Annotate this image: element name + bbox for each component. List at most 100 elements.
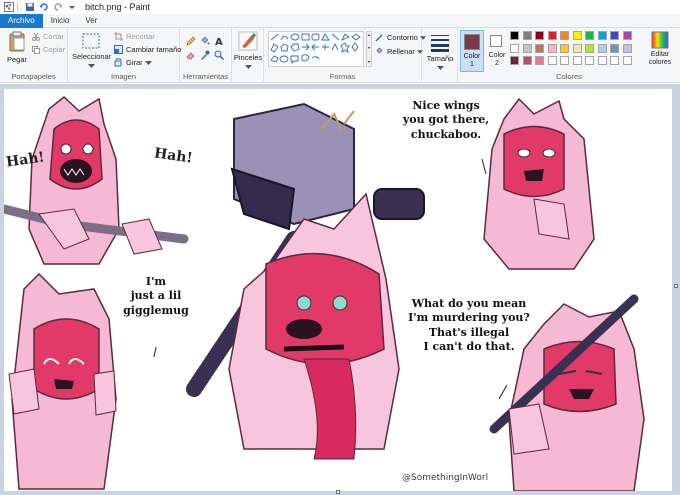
color1-number: 1 bbox=[470, 61, 474, 68]
palette-swatch[interactable] bbox=[535, 56, 544, 65]
palette-swatch[interactable] bbox=[522, 43, 532, 53]
paint-app-icon bbox=[4, 2, 14, 12]
speech-line: That's illegal bbox=[428, 325, 510, 339]
palette-swatch[interactable] bbox=[585, 31, 594, 40]
save-icon[interactable] bbox=[25, 2, 35, 12]
text-tool-icon[interactable]: A bbox=[214, 36, 224, 46]
canvas-resize-handle-right[interactable] bbox=[674, 284, 678, 288]
copy-button[interactable]: Copiar bbox=[32, 45, 65, 54]
tab-ver[interactable]: Ver bbox=[77, 14, 105, 28]
customize-quick-access-icon[interactable] bbox=[67, 2, 77, 12]
rotate-button[interactable]: Girar bbox=[114, 58, 155, 67]
color-picker-icon[interactable] bbox=[200, 50, 210, 60]
clipboard-group: Pegar Cortar Copiar Portapapeles bbox=[0, 28, 68, 83]
edit-colors-button[interactable]: Editar colores bbox=[642, 31, 678, 67]
tools-group: A Herramientas bbox=[180, 28, 232, 83]
canvas-resize-handle-bottom[interactable] bbox=[336, 490, 340, 494]
resize-button[interactable]: Cambiar tamaño bbox=[114, 45, 181, 54]
copy-icon bbox=[32, 45, 40, 54]
outline-button[interactable]: Contorno bbox=[375, 33, 429, 42]
tools-group-label: Herramientas bbox=[182, 72, 228, 81]
palette-swatch[interactable] bbox=[585, 43, 594, 53]
tab-archivo[interactable]: Archivo bbox=[0, 14, 43, 28]
shapes-scrollbar-icon[interactable] bbox=[366, 31, 372, 67]
select-button[interactable]: Seleccionar bbox=[72, 32, 112, 70]
paste-button[interactable]: Pegar bbox=[4, 31, 30, 64]
palette-swatch[interactable] bbox=[610, 43, 619, 53]
palette-swatch[interactable] bbox=[535, 43, 544, 53]
palette-swatch[interactable] bbox=[622, 31, 632, 40]
palette-swatch[interactable] bbox=[585, 56, 594, 65]
magnifier-icon[interactable] bbox=[214, 50, 224, 60]
svg-text:A: A bbox=[215, 37, 223, 46]
chevron-down-icon bbox=[436, 66, 444, 70]
palette-swatch[interactable] bbox=[547, 31, 557, 40]
separator bbox=[17, 2, 18, 12]
palette-swatch[interactable] bbox=[510, 56, 519, 65]
shapes-group: Contorno Rellenar Formas bbox=[264, 28, 426, 83]
speech-bubble-wings: Nice wings you got there, chuckaboo. bbox=[396, 99, 496, 142]
palette-swatch[interactable] bbox=[522, 56, 532, 65]
ribbon-tabs: Archivo Inicio Ver bbox=[0, 14, 680, 28]
ribbon: Pegar Cortar Copiar Portapapeles Selecci… bbox=[0, 28, 680, 83]
artwork-illustration bbox=[4, 96, 645, 491]
speech-line: I can't do that. bbox=[423, 339, 515, 353]
palette-swatch[interactable] bbox=[510, 43, 519, 53]
palette-swatch[interactable] bbox=[572, 56, 582, 65]
window-title: bitch.png - Paint bbox=[85, 2, 151, 12]
paste-label: Pegar bbox=[6, 55, 27, 64]
palette-swatch[interactable] bbox=[610, 56, 619, 65]
palette-swatch[interactable] bbox=[597, 43, 607, 53]
select-label: Seleccionar bbox=[72, 52, 112, 61]
redo-icon[interactable] bbox=[53, 2, 63, 12]
color2-swatch bbox=[490, 35, 502, 47]
color1-button[interactable]: Color 1 bbox=[460, 30, 484, 72]
palette-swatch[interactable] bbox=[535, 31, 544, 40]
edit-colors-label: Editar bbox=[650, 51, 670, 58]
color1-swatch bbox=[464, 34, 480, 50]
palette-swatch[interactable] bbox=[560, 56, 569, 65]
speech-tail bbox=[498, 384, 508, 400]
drawing-canvas[interactable]: Hah! Hah! Nice wings you got there, chuc… bbox=[4, 89, 672, 491]
outline-icon bbox=[375, 34, 383, 42]
character-top-left bbox=[4, 96, 189, 265]
palette-swatch[interactable] bbox=[597, 56, 607, 65]
palette-swatch[interactable] bbox=[622, 43, 632, 53]
palette-swatch[interactable] bbox=[547, 56, 557, 65]
scissors-icon bbox=[32, 32, 40, 41]
color2-number: 2 bbox=[495, 60, 499, 67]
color-wheel-icon bbox=[651, 31, 669, 49]
speech-line: Nice wings bbox=[412, 99, 480, 112]
cut-button[interactable]: Cortar bbox=[32, 32, 64, 41]
fill-button[interactable]: Rellenar bbox=[375, 47, 426, 56]
crop-button[interactable]: Recortar bbox=[114, 32, 155, 41]
palette-swatch[interactable] bbox=[572, 31, 582, 40]
brushes-button[interactable]: Pinceles bbox=[233, 31, 263, 71]
chevron-down-icon bbox=[244, 65, 252, 69]
palette-swatch[interactable] bbox=[572, 43, 582, 53]
fill-bucket-icon[interactable] bbox=[200, 36, 210, 46]
palette-swatch[interactable] bbox=[622, 56, 632, 65]
undo-icon[interactable] bbox=[39, 2, 49, 12]
speech-line: I'm bbox=[145, 275, 167, 288]
shapes-gallery-icon[interactable] bbox=[268, 31, 364, 67]
palette-swatch[interactable] bbox=[522, 31, 532, 40]
eraser-icon[interactable] bbox=[186, 50, 196, 60]
resize-label: Cambiar tamaño bbox=[126, 45, 182, 54]
palette-swatch[interactable] bbox=[610, 31, 619, 40]
brush-icon bbox=[238, 31, 258, 51]
color2-button[interactable]: Color 2 bbox=[486, 30, 508, 72]
palette-swatch[interactable] bbox=[547, 43, 557, 53]
palette-swatch[interactable] bbox=[597, 31, 607, 40]
size-button[interactable]: Tamaño bbox=[424, 32, 456, 72]
image-group-label: Imagen bbox=[110, 72, 137, 81]
tab-inicio[interactable]: Inicio bbox=[43, 14, 78, 28]
image-group: Seleccionar Recortar Cambiar tamaño Gira… bbox=[68, 28, 181, 83]
palette-swatch[interactable] bbox=[560, 31, 569, 40]
chevron-down-icon bbox=[87, 64, 95, 68]
pencil-icon[interactable] bbox=[186, 36, 196, 46]
crop-icon bbox=[114, 32, 123, 41]
palette-swatch[interactable] bbox=[560, 43, 569, 53]
palette-swatch[interactable] bbox=[510, 31, 519, 40]
speech-bubble-gigglemug: I'm just a lil gigglemug bbox=[116, 275, 196, 318]
